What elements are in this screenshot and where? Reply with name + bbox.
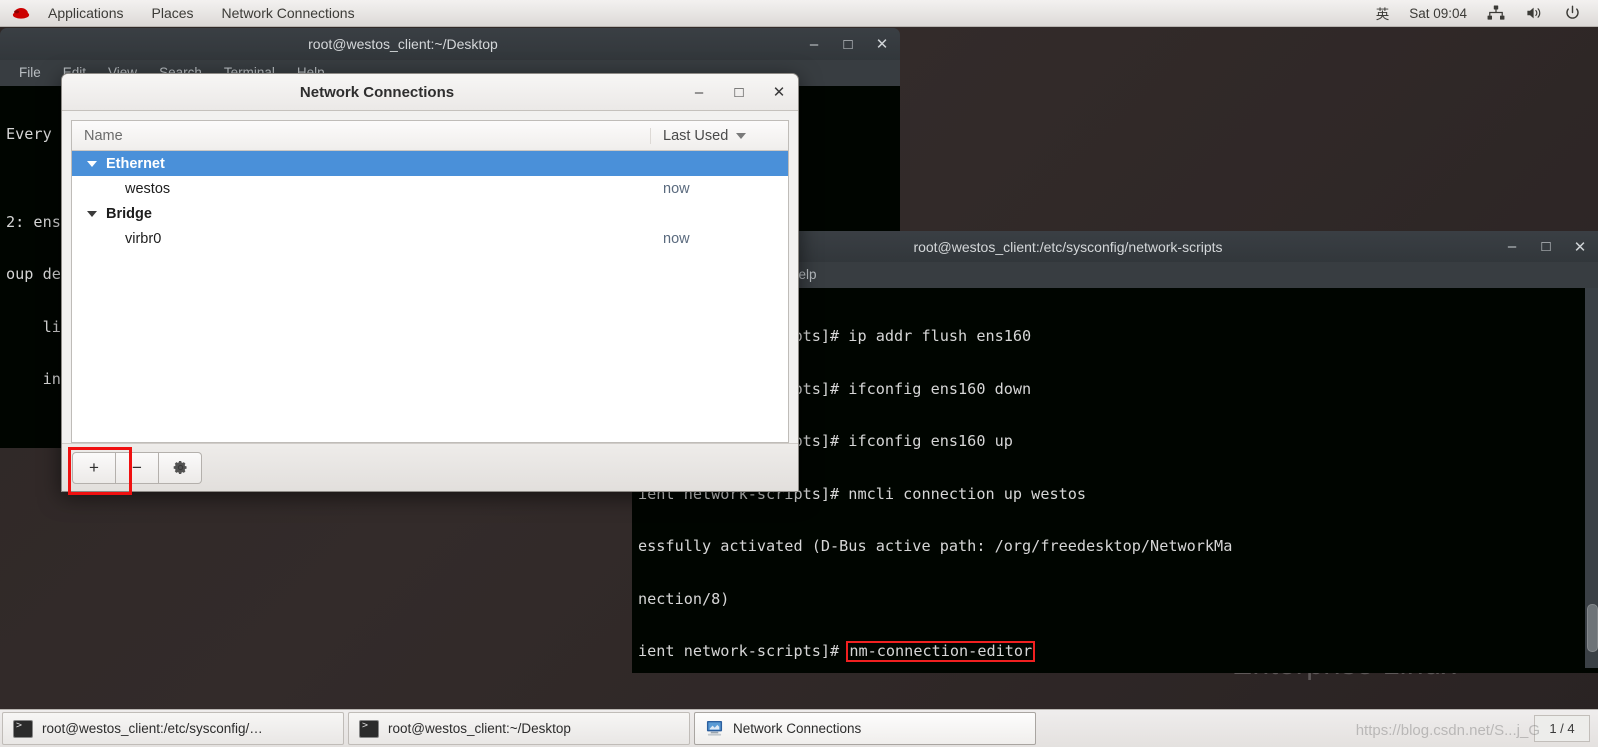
titlebar-desktop-terminal[interactable]: root@westos_client:~/Desktop – □ ✕ bbox=[0, 28, 900, 60]
panel-menu-places[interactable]: Places bbox=[138, 0, 208, 26]
column-header-last-used-label: Last Used bbox=[663, 127, 729, 144]
close-icon[interactable]: ✕ bbox=[772, 84, 786, 101]
taskbar-item-desktop-terminal[interactable]: root@westos_client:~/Desktop bbox=[348, 712, 690, 745]
window-controls[interactable]: – □ ✕ bbox=[806, 36, 900, 54]
connection-group-label: Ethernet bbox=[106, 155, 165, 172]
network-connections-dialog[interactable]: Network Connections – □ ✕ Name Last Used… bbox=[61, 73, 799, 495]
connection-row-westos[interactable]: westos now bbox=[72, 176, 788, 201]
minimize-icon[interactable]: – bbox=[692, 84, 706, 101]
connection-last-used: now bbox=[663, 180, 690, 197]
window-controls[interactable]: – □ ✕ bbox=[1504, 238, 1598, 256]
panel-tray: 英 Sat 09:04 bbox=[1367, 0, 1598, 26]
connection-name: virbr0 bbox=[125, 230, 162, 247]
terminal-prompt-line: ient network-scripts]# nm-connection-edi… bbox=[638, 641, 1592, 662]
terminal-icon bbox=[13, 719, 33, 738]
chevron-down-icon bbox=[736, 132, 747, 139]
minimize-icon[interactable]: – bbox=[1504, 238, 1520, 255]
remove-connection-button[interactable]: − bbox=[116, 451, 159, 484]
maximize-icon[interactable]: □ bbox=[732, 84, 746, 101]
workspace-indicator[interactable]: 1 / 4 bbox=[1534, 715, 1590, 742]
taskbar-item-label: Network Connections bbox=[733, 721, 862, 736]
dialog-toolbar: + − bbox=[62, 443, 798, 495]
taskbar-item-label: root@westos_client:~/Desktop bbox=[388, 721, 571, 736]
taskbar-item-network-scripts-terminal[interactable]: root@westos_client:/etc/sysconfig/… bbox=[2, 712, 344, 745]
connections-list-header: Name Last Used bbox=[72, 121, 788, 151]
gear-icon bbox=[173, 460, 187, 475]
column-header-name[interactable]: Name bbox=[72, 128, 650, 144]
dialog-window-controls[interactable]: – □ ✕ bbox=[692, 84, 798, 102]
input-method-indicator[interactable]: 英 bbox=[1367, 0, 1399, 26]
top-panel: Applications Places Network Connections … bbox=[0, 0, 1598, 27]
volume-icon[interactable] bbox=[1516, 0, 1553, 26]
connection-last-used: now bbox=[663, 230, 690, 247]
triangle-expanded-icon[interactable] bbox=[87, 210, 97, 217]
window-title: root@westos_client:~/Desktop bbox=[308, 36, 498, 52]
panel-menu-network-connections[interactable]: Network Connections bbox=[208, 0, 369, 26]
connection-group-bridge[interactable]: Bridge bbox=[72, 201, 788, 226]
power-icon[interactable] bbox=[1555, 0, 1590, 26]
network-connections-icon bbox=[705, 720, 724, 737]
terminal-scrollbar[interactable] bbox=[1585, 288, 1598, 668]
taskbar-item-network-connections[interactable]: Network Connections bbox=[694, 712, 1036, 745]
toolbar-button-group: + − bbox=[72, 451, 202, 484]
network-icon[interactable] bbox=[1478, 0, 1514, 26]
terminal-icon bbox=[359, 719, 379, 738]
connections-list[interactable]: Name Last Used Ethernet westos now Bridg… bbox=[71, 120, 789, 443]
close-icon[interactable]: ✕ bbox=[874, 36, 890, 53]
taskbar: root@westos_client:/etc/sysconfig/… root… bbox=[0, 709, 1598, 747]
menu-file[interactable]: File bbox=[8, 60, 52, 86]
maximize-icon[interactable]: □ bbox=[1538, 238, 1554, 255]
clock[interactable]: Sat 09:04 bbox=[1400, 0, 1476, 26]
terminal-scrollbar-thumb[interactable] bbox=[1587, 604, 1598, 652]
connection-row-virbr0[interactable]: virbr0 now bbox=[72, 226, 788, 251]
terminal-line: nection/8) bbox=[638, 589, 730, 608]
edit-connection-button[interactable] bbox=[159, 451, 202, 484]
desktop-screen: Enterprise Linux root@westos_client:~/De… bbox=[0, 0, 1598, 747]
triangle-expanded-icon[interactable] bbox=[87, 160, 97, 167]
connections-rows: Ethernet westos now Bridge virbr0 now bbox=[72, 151, 788, 442]
redhat-logo-icon[interactable] bbox=[8, 0, 34, 26]
maximize-icon[interactable]: □ bbox=[840, 36, 856, 53]
add-connection-button[interactable]: + bbox=[72, 451, 116, 484]
terminal-prompt-prefix: ient network-scripts]# bbox=[638, 642, 849, 660]
terminal-line: essfully activated (D-Bus active path: /… bbox=[638, 537, 1233, 555]
dialog-title: Network Connections bbox=[299, 83, 455, 101]
column-header-last-used[interactable]: Last Used bbox=[650, 127, 788, 144]
minimize-icon[interactable]: – bbox=[806, 36, 822, 53]
connection-name: westos bbox=[125, 180, 171, 197]
dialog-titlebar[interactable]: Network Connections – □ ✕ bbox=[62, 74, 798, 111]
taskbar-item-label: root@westos_client:/etc/sysconfig/… bbox=[42, 721, 263, 736]
close-icon[interactable]: ✕ bbox=[1572, 239, 1588, 256]
connection-group-ethernet[interactable]: Ethernet bbox=[72, 151, 788, 176]
connection-group-label: Bridge bbox=[106, 205, 152, 222]
panel-menu-applications[interactable]: Applications bbox=[34, 0, 138, 26]
highlighted-command: nm-connection-editor bbox=[846, 641, 1036, 662]
